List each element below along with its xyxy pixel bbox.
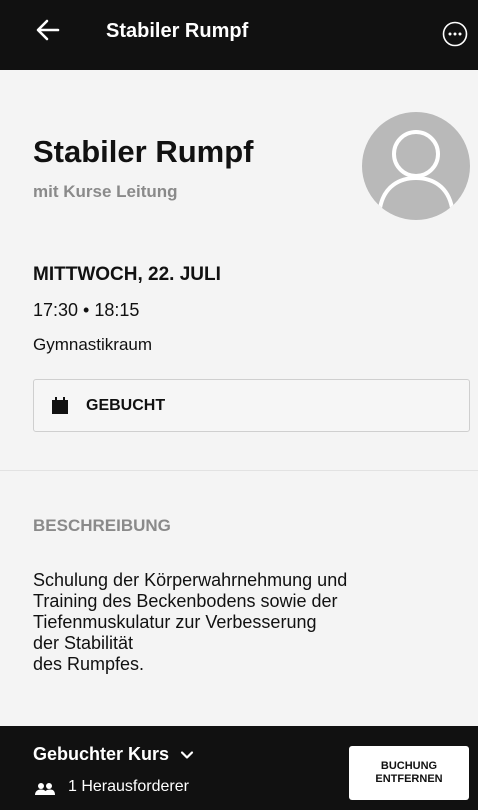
course-title: Stabiler Rumpf: [33, 134, 254, 169]
arrow-left-icon: [34, 19, 62, 48]
user-placeholder-icon: [362, 112, 470, 220]
more-horizontal-circle-icon: [441, 21, 469, 52]
chevron-down-icon: [180, 748, 194, 762]
description-text: Schulung der Körperwahrnehmung und Train…: [33, 570, 348, 674]
course-time: 17:30 • 18:15: [33, 300, 140, 320]
people-icon: [35, 782, 55, 796]
description-heading: BESCHREIBUNG: [33, 516, 171, 535]
booked-course-dropdown[interactable]: Gebuchter Kurs: [33, 744, 194, 765]
participants-count: 1 Herausforderer: [68, 778, 189, 795]
booked-course-label: Gebuchter Kurs: [33, 744, 170, 764]
calendar-icon: [50, 396, 70, 416]
top-app-bar: Stabiler Rumpf: [0, 0, 478, 70]
more-options-button[interactable]: [441, 20, 469, 48]
booking-status-label: GEBUCHT: [86, 397, 166, 414]
course-date: MITTWOCH, 22. JULI: [33, 264, 221, 285]
bottom-booking-bar: Gebuchter Kurs 1 Herausforderer BUCHUNG …: [0, 726, 478, 810]
course-room: Gymnastikraum: [33, 335, 153, 354]
back-button[interactable]: [34, 16, 62, 44]
remove-booking-button[interactable]: BUCHUNG ENTFERNEN: [349, 746, 469, 800]
top-bar-title: Stabiler Rumpf: [106, 20, 249, 42]
instructor-avatar: [362, 112, 470, 220]
divider: [0, 470, 478, 471]
booking-status-box: GEBUCHT: [33, 379, 470, 432]
instructor-label: mit Kurse Leitung: [33, 182, 178, 201]
